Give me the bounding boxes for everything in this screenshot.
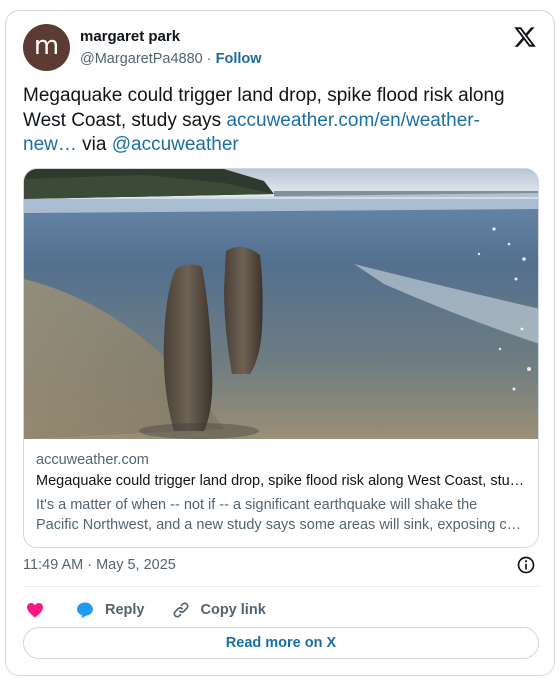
follow-button[interactable]: Follow xyxy=(216,51,262,67)
card-description-line: It's a matter of when -- not if -- a sig… xyxy=(36,497,478,513)
link-chain-icon xyxy=(172,602,189,618)
divider xyxy=(23,586,539,587)
x-logo-icon[interactable] xyxy=(513,25,537,49)
card-description-line: Pacific Northwest, and a new study says … xyxy=(36,517,528,533)
read-more-label: Read more on X xyxy=(225,635,337,651)
reply-button[interactable]: Reply xyxy=(75,600,145,620)
card-description: It's a matter of when -- not if -- a sig… xyxy=(36,495,528,535)
via-text: via xyxy=(76,134,112,155)
avatar[interactable]: m xyxy=(23,24,70,71)
copy-link-label: Copy link xyxy=(200,602,266,618)
author-handle-row: @MargaretPa4880 · Follow xyxy=(80,51,262,67)
author-display-name[interactable]: margaret park xyxy=(80,28,180,45)
author-handle[interactable]: @MargaretPa4880 xyxy=(80,51,203,67)
tweet-embed-card: m margaret park @MargaretPa4880 · Follow… xyxy=(5,10,555,676)
reply-label: Reply xyxy=(105,602,145,618)
like-heart-icon[interactable] xyxy=(25,600,45,620)
read-more-button[interactable]: Read more on X xyxy=(23,627,539,659)
tweet-timestamp[interactable]: 11:49 AM · May 5, 2025 xyxy=(23,557,176,573)
tweet-text: Megaquake could trigger land drop, spike… xyxy=(23,84,528,158)
card-domain: accuweather.com xyxy=(36,452,149,468)
mention-link[interactable]: @accuweather xyxy=(112,134,239,155)
separator-dot: · xyxy=(206,51,212,67)
copy-link-button[interactable]: Copy link xyxy=(171,600,266,620)
link-preview-card[interactable]: accuweather.com Megaquake could trigger … xyxy=(23,168,539,548)
action-bar: Reply Copy link xyxy=(23,597,266,623)
info-icon[interactable] xyxy=(516,555,536,575)
reply-bubble-icon xyxy=(77,602,93,619)
card-title: Megaquake could trigger land drop, spike… xyxy=(36,473,526,489)
article-image xyxy=(24,169,538,439)
